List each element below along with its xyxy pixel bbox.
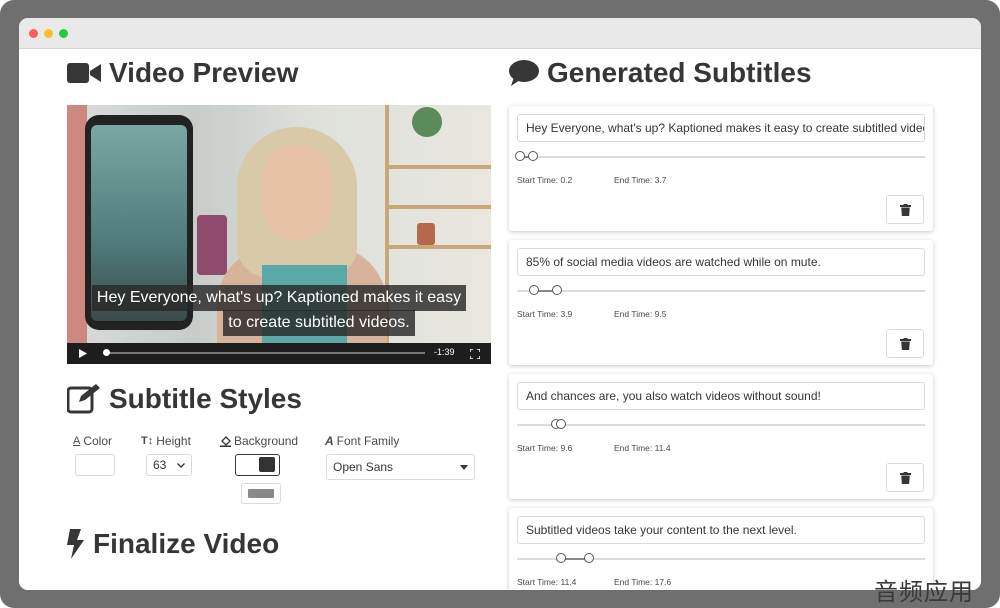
app-window: Video Preview Hey Everyone, what's up? K…: [19, 18, 981, 590]
end-time: End Time: 3.7: [614, 175, 667, 185]
chevron-down-icon: [177, 462, 185, 468]
video-camera-icon: [67, 63, 101, 83]
fullscreen-icon[interactable]: [470, 349, 480, 359]
end-time: End Time: 9.5: [614, 309, 667, 319]
time-range-track[interactable]: [517, 424, 925, 426]
subtitle-card: Subtitled videos take your content to th…: [509, 508, 933, 590]
progress-bar[interactable]: [103, 352, 425, 354]
delete-button[interactable]: [886, 463, 924, 492]
fill-bucket-icon: [220, 435, 231, 447]
play-icon[interactable]: [79, 349, 87, 358]
progress-handle[interactable]: [103, 349, 111, 356]
edit-icon: [67, 384, 100, 414]
end-time-handle[interactable]: [584, 553, 594, 563]
start-time: Start Time: 0.2: [517, 175, 573, 185]
height-label: T↕ Height: [141, 434, 191, 448]
shelf: [387, 205, 491, 209]
subtitle-overlay-2: to create subtitled videos.: [67, 310, 491, 336]
subtitle-line-1: Hey Everyone, what's up? Kaptioned makes…: [91, 285, 467, 311]
start-time-handle[interactable]: [556, 553, 566, 563]
background-label: Background: [220, 434, 298, 448]
end-time: End Time: 17.6: [614, 577, 672, 587]
background-color-swatch[interactable]: [235, 454, 280, 476]
watermark: 音频应用: [874, 578, 974, 606]
color-swatch[interactable]: [75, 454, 115, 476]
background-opacity-swatch[interactable]: [241, 483, 281, 504]
subtitle-card: And chances are, you also watch videos w…: [509, 374, 933, 499]
start-time: Start Time: 11.4: [517, 577, 577, 587]
caret-down-icon: [460, 464, 468, 470]
finalize-video-heading: Finalize Video: [67, 528, 279, 560]
subtitle-styles-heading: Subtitle Styles: [67, 383, 302, 415]
generated-subtitles-heading: Generated Subtitles: [509, 57, 812, 89]
trash-icon: [899, 471, 911, 484]
person-face: [262, 145, 332, 240]
height-select[interactable]: 63: [146, 454, 192, 476]
subtitle-styles-title: Subtitle Styles: [109, 383, 302, 414]
text-height-icon: T↕: [141, 435, 154, 447]
subtitle-text-input[interactable]: Hey Everyone, what's up? Kaptioned makes…: [517, 114, 925, 142]
start-time-handle[interactable]: [515, 151, 525, 161]
close-window-button[interactable]: [29, 29, 38, 38]
start-time: Start Time: 9.6: [517, 443, 573, 453]
title-bar: [19, 18, 981, 49]
background-color-fill: [259, 457, 275, 472]
finalize-video-title: Finalize Video: [93, 528, 280, 559]
subtitle-text-input[interactable]: Subtitled videos take your content to th…: [517, 516, 925, 544]
comment-icon: [509, 60, 539, 86]
font-family-label: A Font Family: [325, 434, 400, 448]
end-time-handle[interactable]: [528, 151, 538, 161]
minimize-window-button[interactable]: [44, 29, 53, 38]
page-content: Video Preview Hey Everyone, what's up? K…: [19, 49, 981, 590]
subtitle-card: Hey Everyone, what's up? Kaptioned makes…: [509, 106, 933, 231]
font-icon: A: [325, 434, 334, 448]
end-time: End Time: 11.4: [614, 443, 671, 453]
plant: [412, 107, 442, 137]
shelf: [387, 245, 491, 249]
end-time-handle[interactable]: [556, 419, 566, 429]
generated-subtitles-title: Generated Subtitles: [547, 57, 812, 88]
start-time: Start Time: 3.9: [517, 309, 573, 319]
time-range-track[interactable]: [517, 290, 925, 292]
trash-icon: [899, 203, 911, 216]
font-family-select[interactable]: Open Sans: [326, 454, 475, 480]
background-opacity-fill: [248, 489, 274, 498]
time-range-track[interactable]: [517, 156, 925, 158]
video-preview-heading: Video Preview: [67, 57, 298, 89]
shelf: [387, 165, 491, 169]
time-remaining: -1:39: [434, 347, 455, 357]
plant-pot: [417, 223, 435, 245]
delete-button[interactable]: [886, 195, 924, 224]
video-preview-title: Video Preview: [109, 57, 299, 88]
bolt-icon: [67, 529, 84, 559]
wall-decor: [197, 215, 227, 275]
video-controls: -1:39: [67, 343, 491, 364]
trash-icon: [899, 337, 911, 350]
video-player[interactable]: Hey Everyone, what's up? Kaptioned makes…: [67, 105, 491, 364]
font-color-icon: A: [73, 435, 81, 447]
subtitle-line-2: to create subtitled videos.: [223, 310, 415, 336]
start-time-handle[interactable]: [529, 285, 539, 295]
maximize-window-button[interactable]: [59, 29, 68, 38]
subtitle-card: 85% of social media videos are watched w…: [509, 240, 933, 365]
subtitle-overlay: Hey Everyone, what's up? Kaptioned makes…: [67, 285, 491, 311]
subtitle-text-input[interactable]: And chances are, you also watch videos w…: [517, 382, 925, 410]
delete-button[interactable]: [886, 329, 924, 358]
color-label: A Color: [73, 434, 113, 448]
end-time-handle[interactable]: [552, 285, 562, 295]
subtitle-text-input[interactable]: 85% of social media videos are watched w…: [517, 248, 925, 276]
